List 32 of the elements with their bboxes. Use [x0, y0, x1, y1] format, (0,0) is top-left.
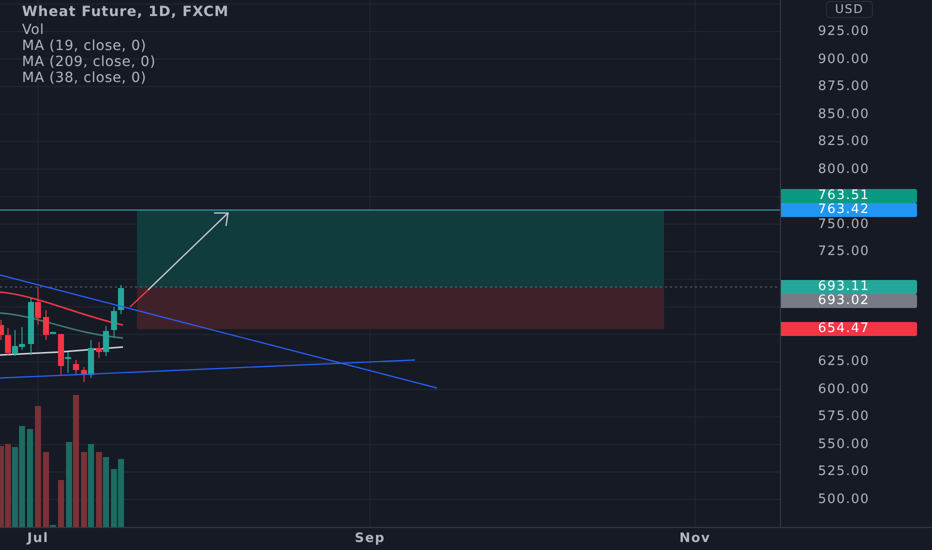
- chart-title: Wheat Future, 1D, FXCM: [22, 3, 229, 22]
- price-label: 850.00: [818, 106, 870, 124]
- candlestick: [73, 360, 79, 376]
- price-label: 725.00: [818, 243, 870, 262]
- date-label: Jul: [26, 531, 50, 546]
- price-label: 525.00: [818, 463, 870, 482]
- price-label: 900.00: [818, 50, 870, 69]
- date-label: Sep: [354, 531, 386, 546]
- price-tag: 654.47: [781, 322, 917, 336]
- price-label: 825.00: [818, 133, 870, 152]
- trend-line[interactable]: [0, 274, 438, 389]
- indicator-label[interactable]: MA (19, close, 0): [22, 38, 229, 54]
- price-label: 575.00: [818, 408, 870, 426]
- trend-line[interactable]: [0, 359, 416, 379]
- price-tag: 763.42: [781, 203, 917, 217]
- price-tag: 693.02: [781, 294, 917, 308]
- currency-button[interactable]: USD: [826, 1, 873, 18]
- price-label: 600.00: [818, 380, 870, 399]
- indicator-label[interactable]: Vol: [22, 22, 229, 38]
- price-label: 750.00: [818, 216, 870, 234]
- price-label: 550.00: [818, 436, 870, 454]
- price-label: 925.00: [818, 23, 870, 41]
- date-label: Nov: [678, 531, 712, 546]
- price-label: 800.00: [818, 160, 870, 179]
- price-label: 875.00: [818, 78, 870, 96]
- price-tag: 693.11: [781, 280, 917, 294]
- price-label: 500.00: [818, 491, 870, 509]
- arrow-line[interactable]: [130, 212, 229, 308]
- price-label: 625.00: [818, 353, 870, 372]
- price-tag: 763.51: [781, 189, 917, 203]
- indicator-label[interactable]: MA (38, close, 0): [22, 70, 229, 86]
- indicator-label[interactable]: MA (209, close, 0): [22, 54, 229, 70]
